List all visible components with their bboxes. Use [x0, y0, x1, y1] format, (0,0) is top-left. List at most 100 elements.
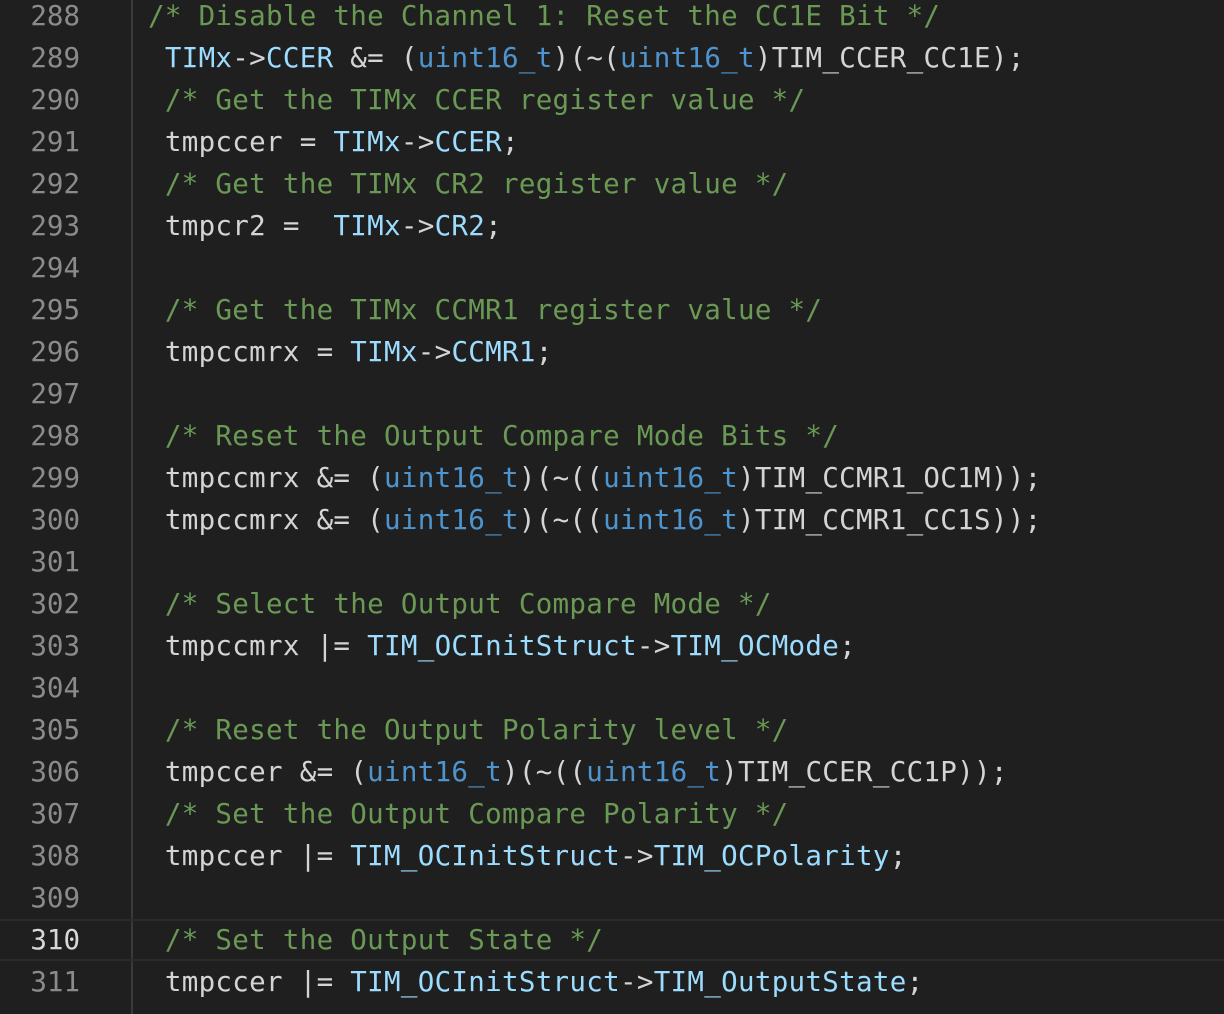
- code-line[interactable]: 307 /* Set the Output Compare Polarity *…: [0, 793, 1224, 835]
- type-token: uint16_t: [384, 462, 519, 494]
- code-editor[interactable]: 288 /* Disable the Channel 1: Reset the C…: [0, 0, 1224, 1014]
- line-number: 291: [30, 126, 80, 158]
- code-token: tmpccmrx |=: [148, 630, 368, 662]
- line-number: 294: [30, 252, 80, 284]
- line-number: 297: [30, 378, 80, 410]
- code-token: ->: [619, 840, 654, 872]
- line-number: 307: [30, 798, 80, 830]
- line-code[interactable]: tmpccer &= (uint16_t)(~((uint16_t)TIM_CC…: [148, 751, 1008, 793]
- code-line[interactable]: 292 /* Get the TIMx CR2 register value *…: [0, 163, 1224, 205]
- identifier-token: TIMx: [164, 42, 233, 74]
- line-code[interactable]: tmpccmrx &= (uint16_t)(~((uint16_t)TIM_C…: [148, 499, 1041, 541]
- code-line[interactable]: 295 /* Get the TIMx CCMR1 register value…: [0, 289, 1224, 331]
- code-line[interactable]: 305 /* Reset the Output Polarity level *…: [0, 709, 1224, 751]
- line-code[interactable]: /* Set the Output Compare Polarity */: [148, 793, 789, 835]
- code-line[interactable]: 301: [0, 541, 1224, 583]
- line-number: 293: [30, 210, 80, 242]
- line-number: 305: [30, 714, 80, 746]
- code-token: tmpccer &= (: [148, 756, 368, 788]
- code-line[interactable]: 293 tmpcr2 = TIMx->CR2;: [0, 205, 1224, 247]
- line-code[interactable]: TIMx->CCER &= (uint16_t)(~(uint16_t)TIM_…: [148, 37, 1025, 79]
- code-comment: /* Reset the Output Compare Mode Bits */: [148, 420, 840, 452]
- code-line[interactable]: 308 tmpccer |= TIM_OCInitStruct->TIM_OCP…: [0, 835, 1224, 877]
- type-token: uint16_t: [417, 42, 553, 74]
- code-token: ;: [906, 966, 924, 998]
- code-token: )TIM_CCMR1_CC1S));: [738, 504, 1042, 536]
- line-code[interactable]: tmpccer |= TIM_OCInitStruct->TIM_OutputS…: [148, 961, 923, 1003]
- code-line[interactable]: 290 /* Get the TIMx CCER register value …: [0, 79, 1224, 121]
- line-number: 308: [30, 840, 80, 872]
- code-line[interactable]: 300 tmpccmrx &= (uint16_t)(~((uint16_t)T…: [0, 499, 1224, 541]
- identifier-token: TIMx: [333, 210, 401, 242]
- line-number: 292: [30, 168, 80, 200]
- type-token: uint16_t: [384, 504, 519, 536]
- code-token: ->: [417, 336, 452, 368]
- code-line[interactable]: 303 tmpccmrx |= TIM_OCInitStruct->TIM_OC…: [0, 625, 1224, 667]
- line-number: 296: [30, 336, 80, 368]
- code-token: tmpccer |=: [148, 966, 351, 998]
- line-code[interactable]: /* Get the TIMx CCMR1 register value */: [148, 289, 822, 331]
- code-token: ->: [619, 966, 654, 998]
- code-token: tmpccmrx &= (: [148, 462, 384, 494]
- line-code[interactable]: /* Select the Output Compare Mode */: [148, 583, 772, 625]
- identifier-token: TIM_OCInitStruct: [350, 840, 620, 872]
- type-token: uint16_t: [620, 42, 755, 74]
- line-code[interactable]: /* Get the TIMx CCER register value */: [148, 79, 805, 121]
- code-line[interactable]: 309: [0, 877, 1224, 919]
- code-lines[interactable]: 288 /* Disable the Channel 1: Reset the C…: [0, 0, 1224, 1003]
- code-token: )(~((: [518, 462, 604, 494]
- identifier-token: TIM_OutputState: [653, 966, 907, 998]
- code-line[interactable]: 302 /* Select the Output Compare Mode */: [0, 583, 1224, 625]
- code-token: )(~(: [552, 42, 621, 74]
- code-line[interactable]: 296 tmpccmrx = TIMx->CCMR1;: [0, 331, 1224, 373]
- code-token: )(~((: [502, 756, 587, 788]
- code-comment: /* Set the Output Compare Polarity */: [148, 798, 789, 830]
- code-line[interactable]: 311 tmpccer |= TIM_OCInitStruct->TIM_Out…: [0, 961, 1224, 1003]
- line-code[interactable]: /* Disable the Channel 1: Reset the CC1E…: [148, 0, 940, 37]
- line-code[interactable]: /* Reset the Output Compare Mode Bits */: [148, 415, 839, 457]
- type-token: uint16_t: [367, 756, 502, 788]
- line-code[interactable]: tmpccmrx = TIMx->CCMR1;: [148, 331, 553, 373]
- identifier-token: CCMR1: [451, 336, 536, 368]
- code-line[interactable]: 288 /* Disable the Channel 1: Reset the C…: [0, 0, 1224, 37]
- line-number: 306: [30, 756, 80, 788]
- code-token: ->: [636, 630, 671, 662]
- code-token: tmpccer =: [148, 126, 334, 158]
- line-code[interactable]: tmpccer |= TIM_OCInitStruct->TIM_OCPolar…: [148, 835, 907, 877]
- code-token: )TIM_CCER_CC1E);: [754, 42, 1025, 74]
- line-number: 295: [30, 294, 80, 326]
- code-comment: /* Disable the Channel 1: Reset the CC1E…: [148, 0, 941, 32]
- line-code[interactable]: /* Set the Output State */: [148, 919, 603, 961]
- code-token: tmpccmrx =: [148, 336, 351, 368]
- code-line[interactable]: 310 /* Set the Output State */: [0, 919, 1224, 961]
- identifier-token: TIM_OCMode: [670, 630, 840, 662]
- code-token: ;: [485, 210, 503, 242]
- line-code[interactable]: tmpccer = TIMx->CCER;: [148, 121, 519, 163]
- code-comment: /* Set the Output State */: [148, 924, 604, 956]
- code-token: tmpccmrx &= (: [148, 504, 384, 536]
- code-line[interactable]: 306 tmpccer &= (uint16_t)(~((uint16_t)TI…: [0, 751, 1224, 793]
- code-line[interactable]: 289 TIMx->CCER &= (uint16_t)(~(uint16_t)…: [0, 37, 1224, 79]
- code-line[interactable]: 297: [0, 373, 1224, 415]
- line-number: 304: [30, 672, 80, 704]
- identifier-token: TIMx: [350, 336, 418, 368]
- line-code[interactable]: tmpccmrx |= TIM_OCInitStruct->TIM_OCMode…: [148, 625, 856, 667]
- code-line[interactable]: 299 tmpccmrx &= (uint16_t)(~((uint16_t)T…: [0, 457, 1224, 499]
- line-code[interactable]: /* Get the TIMx CR2 register value */: [148, 163, 789, 205]
- code-token: ;: [839, 630, 856, 662]
- code-comment: /* Get the TIMx CCMR1 register value */: [148, 294, 823, 326]
- identifier-token: CR2: [434, 210, 486, 242]
- code-token: tmpccer |=: [148, 840, 351, 872]
- line-code[interactable]: tmpccmrx &= (uint16_t)(~((uint16_t)TIM_C…: [148, 457, 1041, 499]
- code-line[interactable]: 291 tmpccer = TIMx->CCER;: [0, 121, 1224, 163]
- code-token: ->: [400, 210, 435, 242]
- code-line[interactable]: 298 /* Reset the Output Compare Mode Bit…: [0, 415, 1224, 457]
- code-line[interactable]: 304: [0, 667, 1224, 709]
- line-code[interactable]: tmpcr2 = TIMx->CR2;: [148, 205, 502, 247]
- code-line[interactable]: 294: [0, 247, 1224, 289]
- code-token: ;: [502, 126, 519, 158]
- line-code[interactable]: /* Reset the Output Polarity level */: [148, 709, 789, 751]
- type-token: uint16_t: [603, 462, 739, 494]
- type-token: uint16_t: [603, 504, 739, 536]
- line-number: 310: [30, 924, 80, 956]
